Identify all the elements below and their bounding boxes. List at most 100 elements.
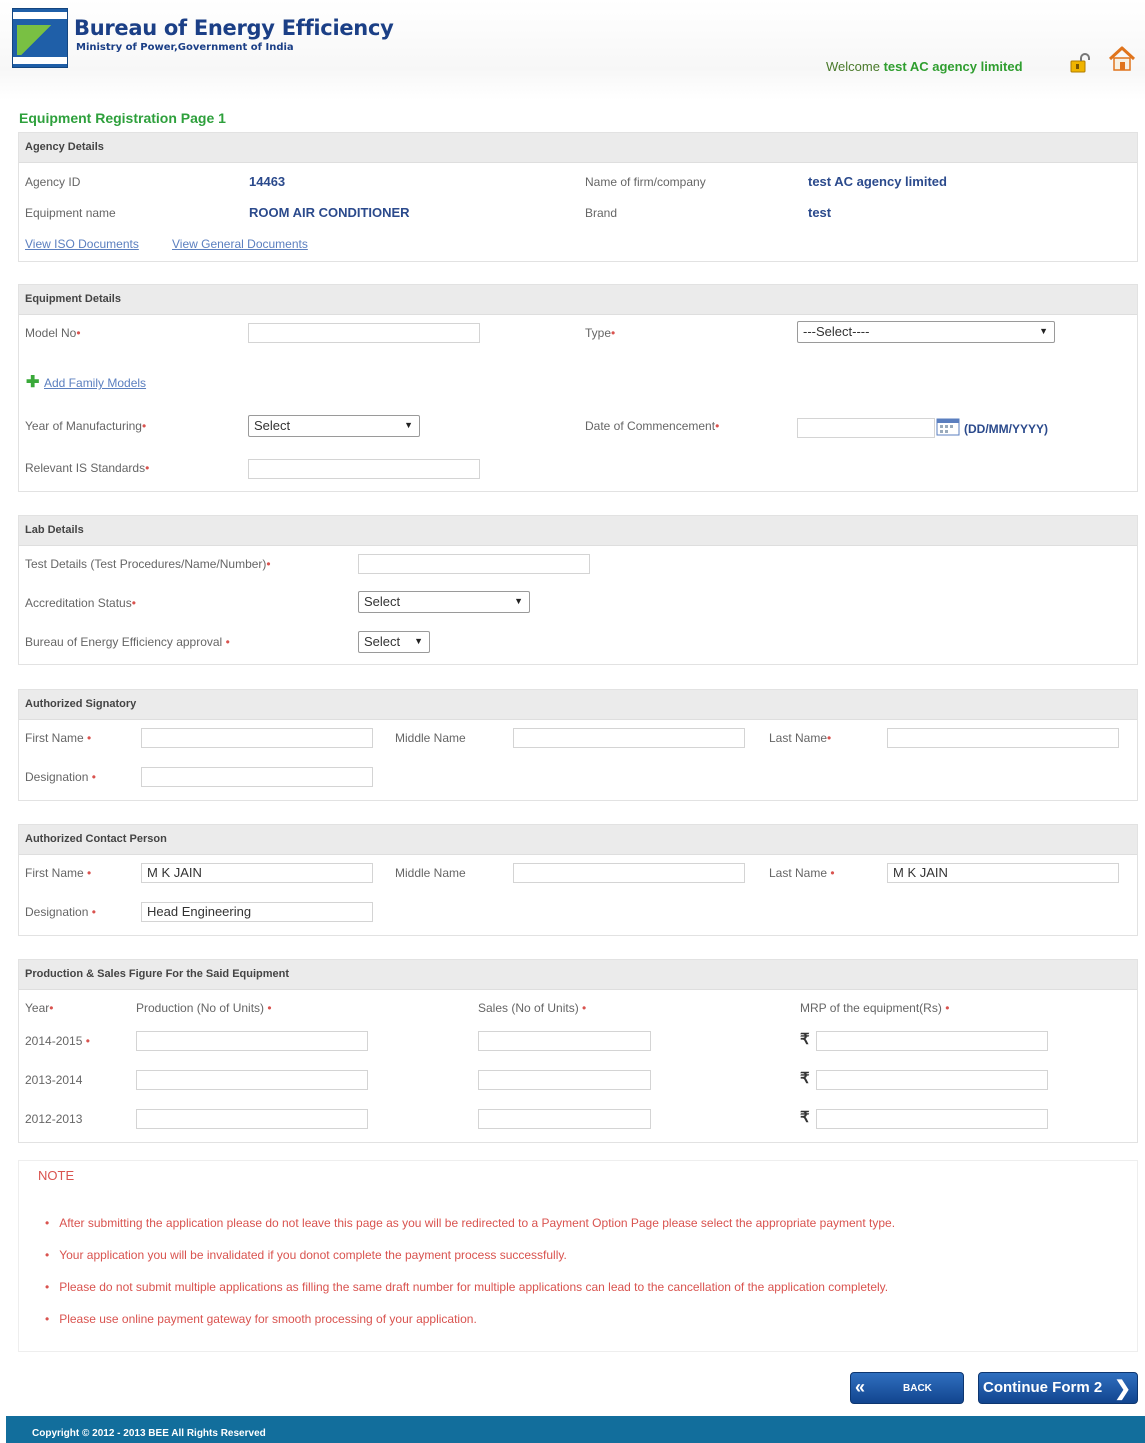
type-select[interactable]: ---Select---- ▼ — [797, 321, 1055, 343]
view-iso-documents-link[interactable]: View ISO Documents — [25, 237, 139, 251]
note-item: • Please do not submit multiple applicati… — [45, 1280, 889, 1294]
type-select-value: ---Select---- — [803, 324, 870, 339]
signatory-first-name-input[interactable] — [141, 728, 373, 748]
contact-last-name-input[interactable]: M K JAIN — [887, 863, 1119, 883]
note-item: • Please use online payment gateway for s… — [45, 1312, 477, 1326]
year-select-value: Select — [254, 418, 291, 433]
mrp-column-header: MRP of the equipment(Rs) • — [800, 1001, 950, 1015]
note-item: • Your application you will be invalidate… — [45, 1248, 567, 1262]
production-column-header: Production (No of Units) • — [136, 1001, 272, 1015]
rupee-icon: ₹ — [800, 1109, 810, 1126]
continue-form-2-button[interactable]: Continue Form 2 ❯ — [978, 1372, 1138, 1404]
authorized-signatory-heading: Authorized Signatory — [19, 690, 1137, 720]
page-header: Bureau of Energy Efficiency Ministry of … — [0, 0, 1145, 100]
rupee-icon: ₹ — [800, 1070, 810, 1087]
firm-name-value: test AC agency limited — [808, 174, 947, 189]
year-of-manufacturing-select[interactable]: Select ▼ — [248, 415, 420, 437]
chevron-down-icon: ▼ — [514, 596, 523, 606]
brand-label: Brand — [585, 206, 618, 220]
double-chevron-left-icon: « — [855, 1377, 866, 1397]
bee-logo-icon — [12, 8, 68, 68]
contact-last-name-label: Last Name • — [769, 866, 835, 880]
year-row-label: 2013-2014 — [25, 1073, 83, 1087]
back-button[interactable]: « BACK — [850, 1372, 964, 1404]
production-input[interactable] — [136, 1070, 368, 1090]
logout-lock-icon[interactable] — [1068, 52, 1092, 74]
mrp-input[interactable] — [816, 1031, 1048, 1051]
calendar-icon[interactable] — [936, 416, 960, 436]
welcome-message: Welcome test AC agency limited — [826, 59, 1023, 74]
lab-details-heading: Lab Details — [19, 516, 1137, 546]
production-input[interactable] — [136, 1031, 368, 1051]
bee-approval-label: Bureau of Energy Efficiency approval • — [25, 635, 230, 649]
equipment-name-value: ROOM AIR CONDITIONER — [249, 205, 410, 220]
production-sales-panel: Production & Sales Figure For the Said E… — [18, 959, 1138, 1143]
welcome-label: Welcome — [826, 59, 880, 74]
production-sales-heading: Production & Sales Figure For the Said E… — [19, 960, 1137, 990]
authorized-contact-panel: Authorized Contact Person First Name • M… — [18, 824, 1138, 936]
lab-details-panel: Lab Details Test Details (Test Procedure… — [18, 515, 1138, 665]
type-label: Type• — [585, 326, 616, 340]
sales-input[interactable] — [478, 1031, 651, 1051]
chevron-down-icon: ▼ — [1039, 326, 1048, 336]
model-no-label: Model No• — [25, 326, 81, 340]
copyright-text: Copyright © 2012 - 2013 BEE All Rights R… — [32, 1428, 266, 1439]
date-format-hint: (DD/MM/YYYY) — [964, 422, 1048, 436]
signatory-designation-input[interactable] — [141, 767, 373, 787]
year-row-label: 2012-2013 — [25, 1112, 83, 1126]
contact-designation-input[interactable]: Head Engineering — [141, 902, 373, 922]
add-family-models-link[interactable]: Add Family Models — [44, 376, 146, 390]
test-details-input[interactable] — [358, 554, 590, 574]
note-title: NOTE — [38, 1168, 75, 1183]
year-row-label: 2014-2015 • — [25, 1034, 90, 1048]
brand-value: test — [808, 205, 832, 220]
agency-id-label: Agency ID — [25, 175, 81, 189]
relevant-is-standards-label: Relevant IS Standards• — [25, 461, 150, 475]
contact-designation-label: Designation • — [25, 905, 96, 919]
contact-first-name-label: First Name • — [25, 866, 92, 880]
model-no-input[interactable] — [248, 323, 480, 343]
date-of-commencement-label: Date of Commencement• — [585, 419, 720, 433]
production-input[interactable] — [136, 1109, 368, 1129]
chevron-right-icon: ❯ — [1114, 1378, 1131, 1400]
equipment-name-label: Equipment name — [25, 206, 116, 220]
agency-id-value: 14463 — [249, 174, 286, 189]
add-family-plus-icon[interactable]: ✚ — [26, 372, 39, 392]
page-title: Equipment Registration Page 1 — [19, 110, 226, 126]
authorized-signatory-panel: Authorized Signatory First Name • Middle… — [18, 689, 1138, 801]
agency-details-panel: Agency Details Agency ID 14463 Name of f… — [18, 132, 1138, 262]
agency-details-heading: Agency Details — [19, 133, 1137, 163]
sales-column-header: Sales (No of Units) • — [478, 1001, 587, 1015]
contact-first-name-input[interactable]: M K JAIN — [141, 863, 373, 883]
signatory-middle-name-label: Middle Name — [395, 731, 466, 745]
page-footer: Copyright © 2012 - 2013 BEE All Rights R… — [6, 1416, 1145, 1443]
view-general-documents-link[interactable]: View General Documents — [172, 237, 308, 251]
mrp-input[interactable] — [816, 1070, 1048, 1090]
signatory-last-name-label: Last Name• — [769, 731, 832, 745]
equipment-details-heading: Equipment Details — [19, 285, 1137, 315]
signatory-last-name-input[interactable] — [887, 728, 1119, 748]
year-of-manufacturing-label: Year of Manufacturing• — [25, 419, 147, 433]
signatory-first-name-label: First Name • — [25, 731, 92, 745]
accreditation-status-select[interactable]: Select ▼ — [358, 591, 530, 613]
equipment-details-panel: Equipment Details Model No• Type• ---Sel… — [18, 284, 1138, 492]
back-button-label: BACK — [903, 1383, 932, 1394]
sales-input[interactable] — [478, 1109, 651, 1129]
contact-middle-name-input[interactable] — [513, 863, 745, 883]
firm-name-label: Name of firm/company — [585, 175, 706, 189]
relevant-is-standards-input[interactable] — [248, 459, 480, 479]
chevron-down-icon: ▼ — [404, 420, 413, 430]
brand-title: Bureau of Energy Efficiency — [74, 16, 394, 40]
bee-approval-select[interactable]: Select ▼ — [358, 631, 430, 653]
rupee-icon: ₹ — [800, 1031, 810, 1048]
signatory-middle-name-input[interactable] — [513, 728, 745, 748]
home-icon[interactable] — [1108, 46, 1136, 72]
mrp-input[interactable] — [816, 1109, 1048, 1129]
test-details-label: Test Details (Test Procedures/Name/Numbe… — [25, 557, 271, 571]
sales-input[interactable] — [478, 1070, 651, 1090]
continue-button-label: Continue Form 2 — [983, 1379, 1103, 1396]
signatory-designation-label: Designation • — [25, 770, 96, 784]
user-name: test AC agency limited — [883, 59, 1023, 74]
date-of-commencement-input[interactable] — [797, 418, 935, 438]
authorized-contact-heading: Authorized Contact Person — [19, 825, 1137, 855]
